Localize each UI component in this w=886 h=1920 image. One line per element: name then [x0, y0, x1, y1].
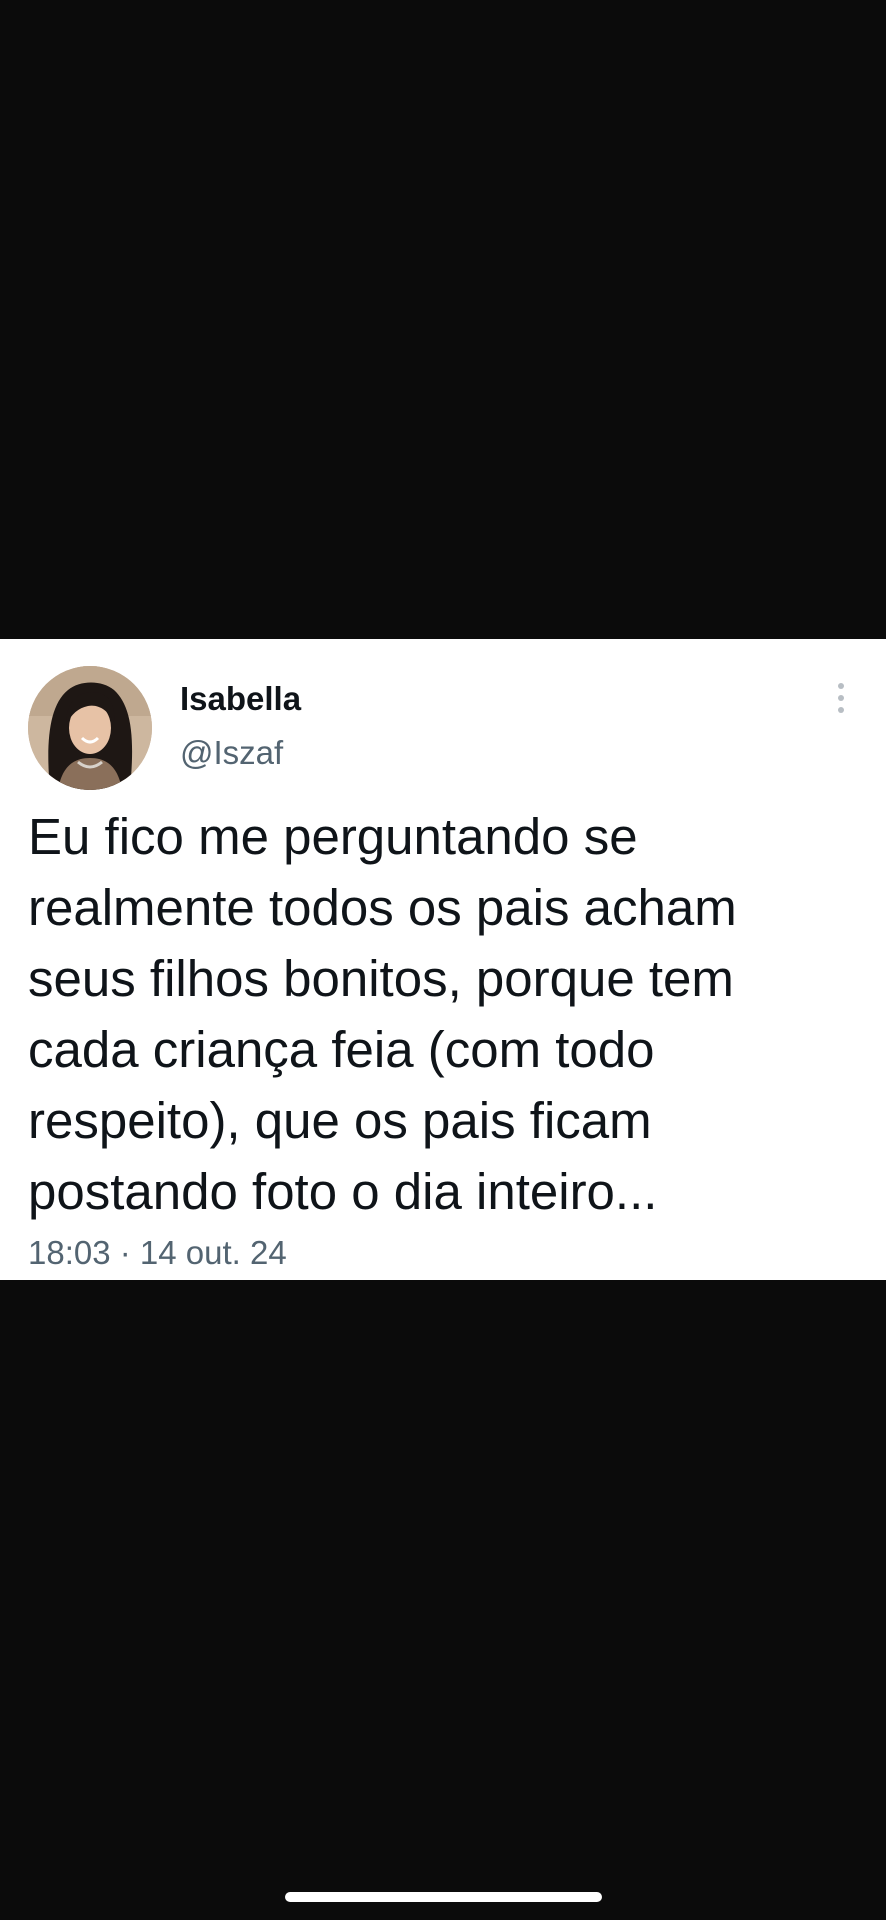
tweet-card[interactable]: Isabella @Iszaf Eu fico me perguntando s… — [0, 639, 886, 1280]
screen: Isabella @Iszaf Eu fico me perguntando s… — [0, 0, 886, 1920]
avatar[interactable] — [28, 666, 152, 790]
more-vertical-icon[interactable] — [824, 681, 858, 715]
dot — [838, 707, 844, 713]
user-handle[interactable]: @Iszaf — [180, 733, 283, 773]
dot — [838, 683, 844, 689]
avatar-image — [28, 666, 152, 790]
home-indicator[interactable] — [285, 1892, 602, 1902]
tweet-text: Eu fico me perguntando se realmente todo… — [28, 808, 737, 1220]
display-name[interactable]: Isabella — [180, 679, 301, 719]
tweet-timestamp[interactable]: 18:03 · 14 out. 24 — [28, 1233, 287, 1273]
dot — [838, 695, 844, 701]
